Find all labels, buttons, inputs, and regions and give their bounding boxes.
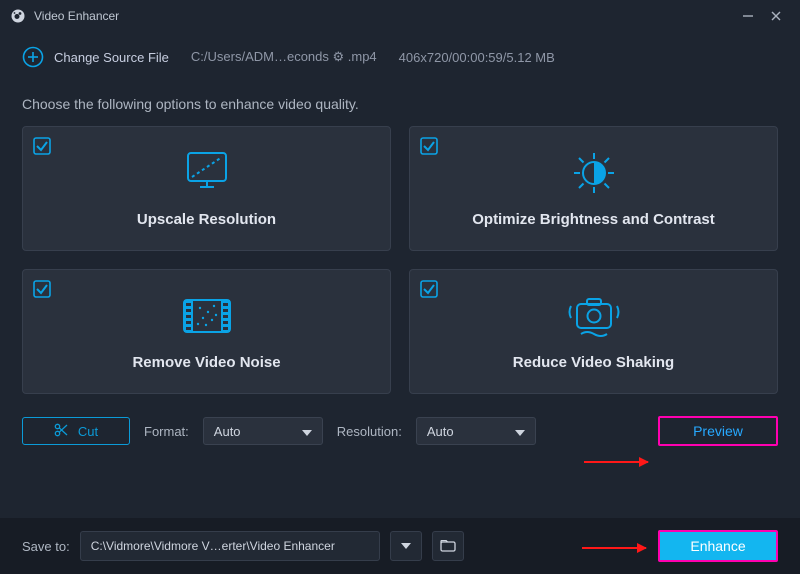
upscale-icon <box>178 149 236 197</box>
app-title: Video Enhancer <box>34 9 119 23</box>
instruction-text: Choose the following options to enhance … <box>0 78 800 126</box>
scissors-icon <box>54 423 68 440</box>
open-folder-button[interactable] <box>432 531 464 561</box>
annotation-arrow <box>582 547 646 549</box>
chevron-down-icon <box>302 424 312 439</box>
options-grid: Upscale Resolution Optimize Brightness a… <box>0 126 800 394</box>
noise-icon <box>178 292 236 340</box>
format-value: Auto <box>214 424 241 439</box>
source-meta: 406x720/00:00:59/5.12 MB <box>399 50 555 65</box>
enhance-label: Enhance <box>690 538 745 554</box>
enhance-button[interactable]: Enhance <box>658 530 778 562</box>
source-bar: Change Source File C:/Users/ADM…econds ⚙… <box>0 32 800 78</box>
plus-circle-icon <box>22 46 44 68</box>
saveto-label: Save to: <box>22 539 70 554</box>
resolution-select[interactable]: Auto <box>416 417 536 445</box>
checkbox-icon[interactable] <box>33 280 51 298</box>
footer-bar: Save to: C:\Vidmore\Vidmore V…erter\Vide… <box>0 518 800 574</box>
camera-shake-icon <box>565 292 623 340</box>
checkbox-icon[interactable] <box>420 280 438 298</box>
minimize-button[interactable] <box>734 4 762 28</box>
cut-button[interactable]: Cut <box>22 417 130 445</box>
cut-label: Cut <box>78 424 98 439</box>
preview-label: Preview <box>693 423 743 439</box>
chevron-down-icon <box>515 424 525 439</box>
option-brightness-contrast[interactable]: Optimize Brightness and Contrast <box>409 126 778 251</box>
save-path-dropdown[interactable] <box>390 531 422 561</box>
folder-icon <box>440 540 456 552</box>
chevron-down-icon <box>401 543 411 549</box>
checkbox-icon[interactable] <box>33 137 51 155</box>
save-path-value: C:\Vidmore\Vidmore V…erter\Video Enhance… <box>91 539 335 553</box>
option-reduce-shaking[interactable]: Reduce Video Shaking <box>409 269 778 394</box>
option-label: Reduce Video Shaking <box>513 354 674 371</box>
brightness-icon <box>566 149 622 197</box>
source-path: C:/Users/ADM…econds ⚙ .mp4 <box>191 49 377 65</box>
option-upscale-resolution[interactable]: Upscale Resolution <box>22 126 391 251</box>
close-button[interactable] <box>762 4 790 28</box>
preview-button[interactable]: Preview <box>658 416 778 446</box>
resolution-label: Resolution: <box>337 424 402 439</box>
resolution-value: Auto <box>427 424 454 439</box>
save-path-field[interactable]: C:\Vidmore\Vidmore V…erter\Video Enhance… <box>80 531 380 561</box>
option-label: Upscale Resolution <box>137 211 276 228</box>
app-icon <box>10 8 26 24</box>
annotation-arrow <box>584 461 648 463</box>
change-source-button[interactable]: Change Source File <box>22 46 169 68</box>
option-label: Remove Video Noise <box>132 354 280 371</box>
option-label: Optimize Brightness and Contrast <box>472 211 715 228</box>
format-label: Format: <box>144 424 189 439</box>
option-remove-noise[interactable]: Remove Video Noise <box>22 269 391 394</box>
format-select[interactable]: Auto <box>203 417 323 445</box>
title-bar: Video Enhancer <box>0 0 800 32</box>
change-source-label: Change Source File <box>54 50 169 65</box>
checkbox-icon[interactable] <box>420 137 438 155</box>
controls-row: Cut Format: Auto Resolution: Auto Previe… <box>0 394 800 446</box>
